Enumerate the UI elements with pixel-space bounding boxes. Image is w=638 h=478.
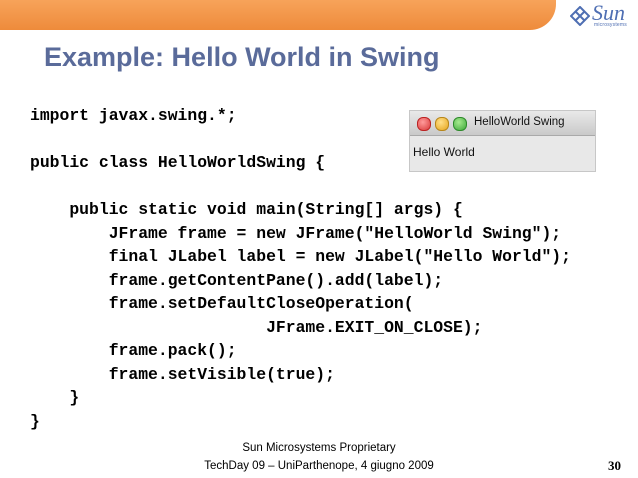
- code-line: final JLabel label = new JLabel("Hello W…: [30, 247, 571, 266]
- code-line: JFrame frame = new JFrame("HelloWorld Sw…: [30, 223, 562, 243]
- code-line: frame.setDefaultCloseOperation(: [30, 294, 414, 313]
- code-line: public static void main(String[] args) {: [30, 200, 463, 219]
- logo-subtext: microsystems: [594, 22, 627, 28]
- sun-logo-icon: [570, 6, 590, 26]
- hello-world-window[interactable]: HelloWorld Swing Hello World: [409, 110, 596, 172]
- hello-world-label: Hello World: [413, 145, 475, 159]
- code-line: }: [30, 411, 40, 431]
- code-line: frame.setVisible(true);: [30, 364, 335, 384]
- code-line: frame.pack();: [30, 341, 237, 360]
- window-title: HelloWorld Swing: [474, 116, 565, 128]
- sun-logo: Sun microsystems: [570, 0, 630, 34]
- slide-title: Example: Hello World in Swing: [44, 42, 440, 72]
- footer-event: TechDay 09 – UniParthenope, 4 giugno 200…: [204, 460, 434, 472]
- window-titlebar[interactable]: HelloWorld Swing: [410, 111, 595, 136]
- close-button[interactable]: [417, 117, 431, 131]
- minimize-button[interactable]: [435, 117, 449, 131]
- footer-proprietary: Sun Microsystems Proprietary: [242, 442, 396, 454]
- maximize-button[interactable]: [453, 117, 467, 131]
- header-orange-band: [0, 0, 556, 30]
- code-line: }: [30, 388, 80, 407]
- code-line: frame.getContentPane().add(label);: [30, 270, 444, 290]
- code-line: JFrame.EXIT_ON_CLOSE);: [30, 317, 483, 337]
- page-number: 30: [608, 458, 621, 473]
